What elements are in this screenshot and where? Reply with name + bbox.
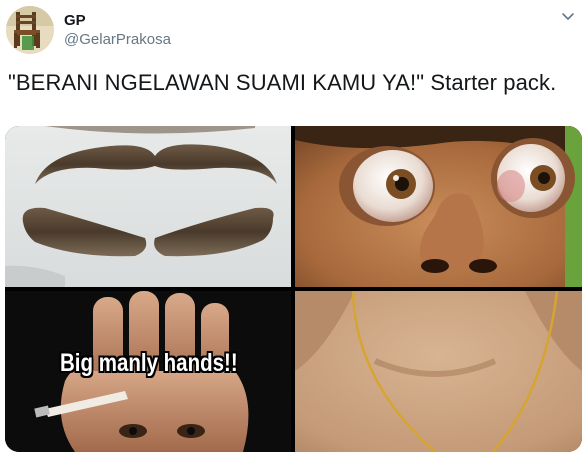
display-name[interactable]: GP [64, 12, 86, 29]
chevron-down-icon[interactable] [560, 8, 576, 24]
media-grid: Big manly hands!! [5, 126, 582, 452]
user-handle[interactable]: @GelarPrakosa [64, 31, 171, 48]
big-hands-photo[interactable]: Big manly hands!! [5, 291, 291, 452]
tweet-text: "BERANI NGELAWAN SUAMI KAMU YA!" Starter… [8, 70, 557, 95]
gold-necklace-photo[interactable] [295, 291, 582, 452]
avatar[interactable] [6, 6, 54, 54]
tweet-card: GP @GelarPrakosa "BERANI NGELAWAN SUAMI … [0, 0, 586, 461]
bulging-eyes-photo[interactable] [295, 126, 582, 287]
image-caption: Big manly hands!! [60, 349, 238, 377]
chair-avatar-icon [6, 6, 54, 54]
mustache-photo[interactable] [5, 126, 291, 287]
